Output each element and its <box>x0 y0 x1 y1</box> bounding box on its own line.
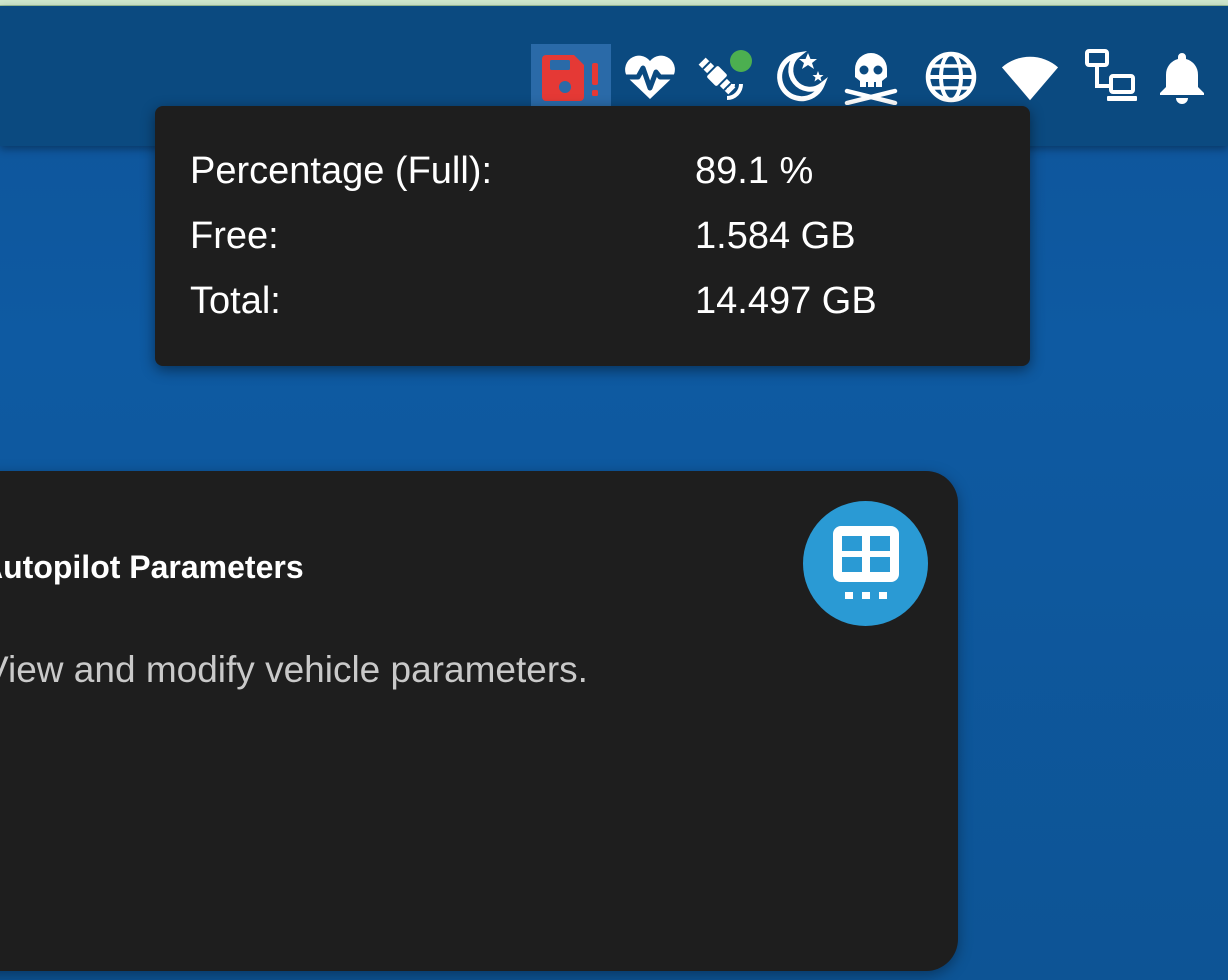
total-label: Total: <box>190 280 281 322</box>
tooltip-row-total: Total: 14.497 GB <box>190 276 1010 326</box>
percentage-label: Percentage (Full): <box>190 150 493 192</box>
total-value: 14.497 GB <box>695 280 877 322</box>
bell-icon[interactable] <box>1152 44 1212 110</box>
autopilot-parameters-card[interactable]: Autopilot Parameters View and modify veh… <box>0 471 958 971</box>
heartbeat-icon[interactable] <box>620 44 680 110</box>
network-icon[interactable] <box>1080 44 1140 110</box>
free-value: 1.584 GB <box>695 215 856 257</box>
disk-usage-tooltip: Percentage (Full): 89.1 % Free: 1.584 GB… <box>155 106 1030 366</box>
skull-icon[interactable] <box>841 44 901 110</box>
card-description: View and modify vehicle parameters. <box>0 649 588 690</box>
wifi-icon[interactable] <box>1000 44 1060 110</box>
online-status-dot <box>730 50 752 72</box>
disk-warning-icon[interactable] <box>531 44 611 110</box>
parameters-table-icon <box>803 501 928 626</box>
satellite-icon[interactable] <box>690 44 752 110</box>
percentage-value: 89.1 % <box>695 150 814 192</box>
globe-icon[interactable] <box>921 44 981 110</box>
night-mode-icon[interactable] <box>770 44 830 110</box>
tooltip-row-percentage: Percentage (Full): 89.1 % <box>190 146 1010 196</box>
card-title: Autopilot Parameters <box>0 549 304 585</box>
free-label: Free: <box>190 215 279 257</box>
tooltip-row-free: Free: 1.584 GB <box>190 211 1010 261</box>
